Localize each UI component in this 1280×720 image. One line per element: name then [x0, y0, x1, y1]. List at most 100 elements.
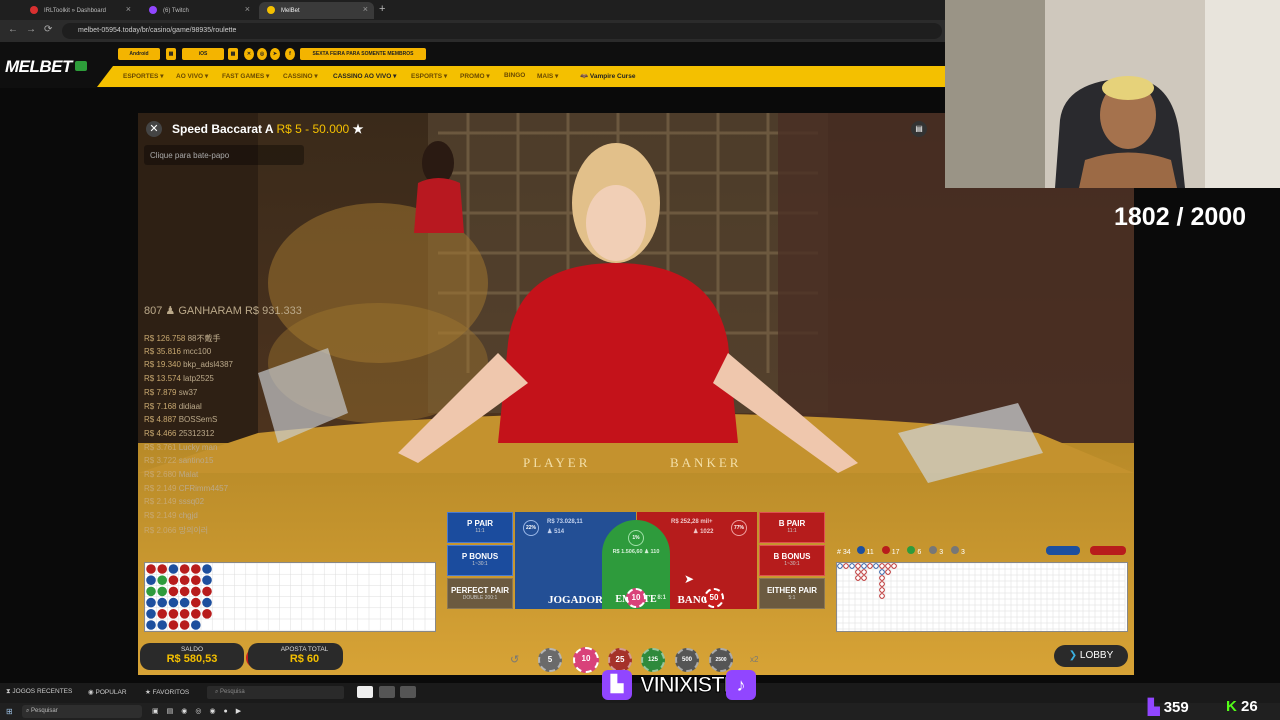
chat-input[interactable]: Clique para bate-papo — [144, 145, 304, 165]
winner-row: R$ 13.574 latp2525 — [144, 374, 214, 384]
tab-melbet[interactable]: MelBet × — [259, 2, 374, 19]
bet-p-bonus[interactable]: P BONUS 1~30:1 — [447, 545, 513, 576]
bead-result — [168, 575, 179, 585]
forward-icon[interactable]: → — [26, 24, 36, 35]
nav-fast-games[interactable]: FAST GAMES ▾ — [222, 72, 269, 80]
winner-row: R$ 3.761 Lucky man — [144, 442, 218, 452]
banca-total: R$ 252,28 mil+ — [671, 519, 713, 525]
facebook-icon[interactable]: f — [285, 48, 295, 60]
lobby-button[interactable]: ❯ LOBBY — [1054, 645, 1128, 667]
bead-result — [179, 620, 190, 630]
taskbar-apps[interactable]: ▣▤◉◎◉●▶ — [152, 707, 249, 715]
globe-icon: ◉ — [88, 689, 94, 696]
close-icon[interactable]: × — [126, 4, 131, 14]
bet-either-pair[interactable]: EITHER PAIR 5:1 — [759, 578, 825, 609]
nav-promo[interactable]: PROMO ▾ — [460, 72, 490, 80]
chat-icon[interactable]: ▤ — [911, 121, 927, 137]
chip-2500[interactable]: 2500 — [709, 648, 733, 672]
undo-button[interactable]: ↺ — [510, 653, 519, 666]
bead-result — [202, 609, 212, 619]
bead-result — [157, 575, 167, 585]
bead-result — [179, 575, 190, 585]
balance-display: SALDO R$ 580,53 — [140, 643, 244, 670]
kick-icon: K — [1226, 698, 1237, 715]
android-button[interactable]: Android — [118, 48, 160, 60]
bet-perfect-pair[interactable]: PERFECT PAIR DOUBLE 200:1 — [447, 578, 513, 609]
layout-quad-icon[interactable] — [400, 686, 416, 698]
popular-button[interactable]: ◉ POPULAR — [88, 688, 127, 696]
nav-mais[interactable]: MAIS ▾ — [537, 72, 558, 80]
x-social-icon[interactable]: ✕ — [244, 48, 254, 60]
layout-split-icon[interactable] — [379, 686, 395, 698]
chip-500[interactable]: 500 — [675, 648, 699, 672]
ios-button[interactable]: iOS — [182, 48, 224, 60]
nav-bingo[interactable]: BINGO — [504, 72, 525, 79]
bead-road-grid — [144, 562, 437, 631]
big-road-result — [861, 569, 867, 575]
placed-chip-empate[interactable]: 10 — [626, 588, 646, 608]
back-icon[interactable]: ← — [8, 24, 18, 35]
chip-5[interactable]: 5 — [538, 648, 562, 672]
games-search-input[interactable]: ⌕ Pesquisa — [207, 686, 344, 699]
bead-result — [191, 609, 201, 619]
banker-dot-icon — [881, 546, 890, 554]
chip-10-selected[interactable]: 10 — [573, 647, 599, 673]
empate-total: R$ 1.506,60 ♟ 110 — [612, 549, 660, 555]
new-tab-button[interactable]: + — [379, 3, 385, 15]
bet-p-pair[interactable]: P PAIR 11:1 — [447, 512, 513, 543]
close-icon[interactable]: × — [363, 4, 368, 14]
twitch-logo-icon: ▙ — [602, 670, 632, 700]
empate-pct: 1% — [628, 530, 644, 546]
big-road-result — [879, 581, 885, 587]
player-dot-icon — [856, 546, 865, 554]
nav-cassino-ao-vivo[interactable]: CASSINO AO VIVO ▾ — [333, 72, 396, 80]
nav-esportes[interactable]: ESPORTES ▾ — [123, 72, 163, 80]
winner-row: R$ 35.816 mcc100 — [144, 346, 212, 356]
nav-ao-vivo[interactable]: AO VIVO ▾ — [176, 72, 208, 80]
nav-esports[interactable]: ESPORTS ▾ — [411, 72, 447, 80]
layout-single-icon[interactable] — [357, 686, 373, 698]
player-pair-icon — [929, 546, 938, 554]
recent-games-button[interactable]: ⧗ JOGOS RECENTES — [6, 688, 72, 696]
bead-result — [168, 564, 179, 574]
bead-result — [146, 564, 156, 574]
qr-icon[interactable]: ▦ — [228, 48, 238, 60]
bead-result — [202, 586, 212, 597]
chip-25[interactable]: 25 — [608, 648, 632, 672]
telegram-icon[interactable]: ➤ — [270, 48, 280, 60]
winner-row: R$ 7.168 didiaal — [144, 401, 202, 411]
banker-predict-button[interactable] — [1090, 546, 1126, 555]
melbet-logo[interactable]: MELBET — [5, 57, 87, 77]
bead-result — [179, 609, 190, 619]
close-icon[interactable]: × — [245, 4, 250, 14]
big-road-result — [855, 563, 861, 569]
windows-start-icon[interactable]: ⊞ — [6, 707, 13, 716]
table-banker-label: BANKER — [670, 455, 741, 470]
bet-b-bonus[interactable]: B BONUS 1~30:1 — [759, 545, 825, 576]
placed-chip-banca[interactable]: 50 — [704, 588, 724, 608]
bet-b-pair[interactable]: B PAIR 11:1 — [759, 512, 825, 543]
nav-vampire-curse[interactable]: 🦇 Vampire Curse — [580, 72, 635, 80]
taskbar-search[interactable]: ⌕ Pesquisar — [22, 705, 142, 718]
instagram-icon[interactable]: ◎ — [257, 48, 267, 60]
big-road — [836, 562, 1128, 636]
nav-cassino[interactable]: CASSINO ▾ — [283, 72, 318, 80]
player-predict-button[interactable] — [1046, 546, 1080, 555]
qr-icon[interactable]: ▦ — [166, 48, 176, 60]
favorites-button[interactable]: ★ FAVORITOS — [145, 688, 189, 696]
bat-icon: 🦇 — [580, 73, 589, 80]
double-button[interactable]: x2 — [750, 655, 758, 664]
members-banner-button[interactable]: SEXTA FEIRA PARA SOMENTE MEMBROS — [300, 48, 426, 60]
tab-twitch[interactable]: (6) Twitch × — [141, 2, 256, 19]
favorite-star-icon[interactable]: ★ — [353, 122, 364, 136]
reload-icon[interactable]: ⟳ — [44, 24, 52, 35]
winner-row: R$ 2.149 CFRimm4457 — [144, 483, 229, 493]
bead-result — [191, 575, 201, 585]
chip-125[interactable]: 125 — [641, 648, 665, 672]
jogador-pct: 22% — [523, 520, 539, 536]
winner-row: R$ 2.149 sssq02 — [144, 497, 205, 507]
close-game-button[interactable]: ✕ — [146, 121, 162, 137]
tab-irltoolkit[interactable]: IRLToolkit » Dashboard × — [22, 2, 137, 19]
big-road-result — [879, 563, 885, 569]
twitch-icon — [149, 6, 157, 14]
